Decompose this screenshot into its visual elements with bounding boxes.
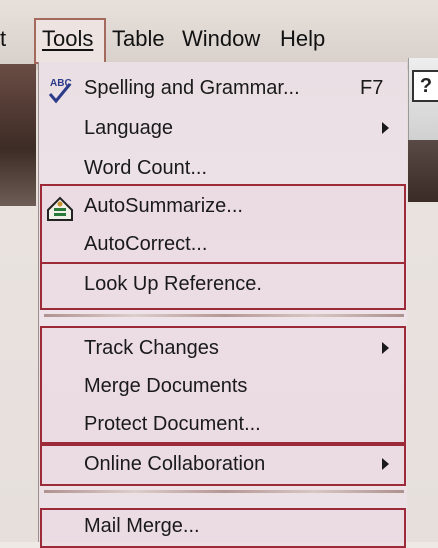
menu-item-autocorrect[interactable]: AutoCorrect... — [38, 226, 406, 266]
menu-item-label: AutoSummarize... — [84, 195, 243, 217]
menu-item-mail-merge[interactable]: Mail Merge... — [38, 508, 406, 548]
menu-separator — [44, 314, 404, 317]
menu-window[interactable]: Window — [182, 26, 260, 52]
menu-item-protect-document[interactable]: Protect Document... — [38, 406, 406, 446]
menu-item-word-count[interactable]: Word Count... — [38, 150, 406, 190]
menu-item-track-changes[interactable]: Track Changes — [38, 330, 406, 370]
menu-help[interactable]: Help — [280, 26, 325, 52]
menu-separator — [44, 490, 404, 493]
menu-window-label: Window — [182, 26, 261, 51]
menu-item-spelling-grammar[interactable]: ABC Spelling and Grammar... F7 — [38, 70, 406, 110]
menu-item-label: Protect Document... — [84, 413, 261, 435]
menu-item-autosummarize[interactable]: AutoSummarize... — [38, 188, 406, 228]
menu-item-label: Word Count... — [84, 157, 208, 179]
spelling-icon: ABC — [48, 78, 72, 104]
menu-item-shortcut: F7 — [360, 77, 384, 99]
menu-item-label: Language — [84, 117, 173, 139]
menu-item-merge-documents[interactable]: Merge Documents — [38, 368, 406, 408]
menu-item-label: Online Collaboration — [84, 453, 266, 475]
menu-tools[interactable]: Tools — [42, 26, 93, 52]
submenu-arrow-icon — [382, 342, 389, 354]
submenu-arrow-icon — [382, 122, 389, 134]
menubar-edge-text: t — [0, 26, 7, 51]
menu-item-label: Spelling and Grammar... — [84, 77, 300, 99]
menu-item-look-up-reference[interactable]: Look Up Reference. — [38, 266, 406, 306]
menu-table-label: Table — [112, 26, 165, 51]
menu-item-label: Mail Merge... — [84, 515, 200, 537]
menu-item-label: Track Changes — [84, 337, 219, 359]
screen: t Tools Table Window Help ? ABC Spelling… — [0, 0, 438, 548]
help-icon: ? — [419, 74, 433, 97]
document-area-dark — [408, 140, 438, 202]
menu-tools-label: Tools — [42, 26, 94, 51]
submenu-arrow-icon — [382, 458, 389, 470]
document-toolbar-strip — [0, 64, 36, 206]
menu-table[interactable]: Table — [112, 26, 165, 52]
menu-help-label: Help — [280, 26, 326, 51]
menu-item-label: AutoCorrect... — [84, 233, 208, 255]
menu-item-label: Merge Documents — [84, 375, 248, 397]
autosummarize-icon — [47, 196, 73, 221]
menu-bar: t Tools Table Window Help — [0, 0, 438, 70]
menu-item-language[interactable]: Language — [38, 110, 406, 150]
menu-item-label: Look Up Reference. — [84, 273, 262, 295]
help-button[interactable]: ? — [412, 70, 438, 102]
menu-item-online-collaboration[interactable]: Online Collaboration — [38, 446, 406, 486]
